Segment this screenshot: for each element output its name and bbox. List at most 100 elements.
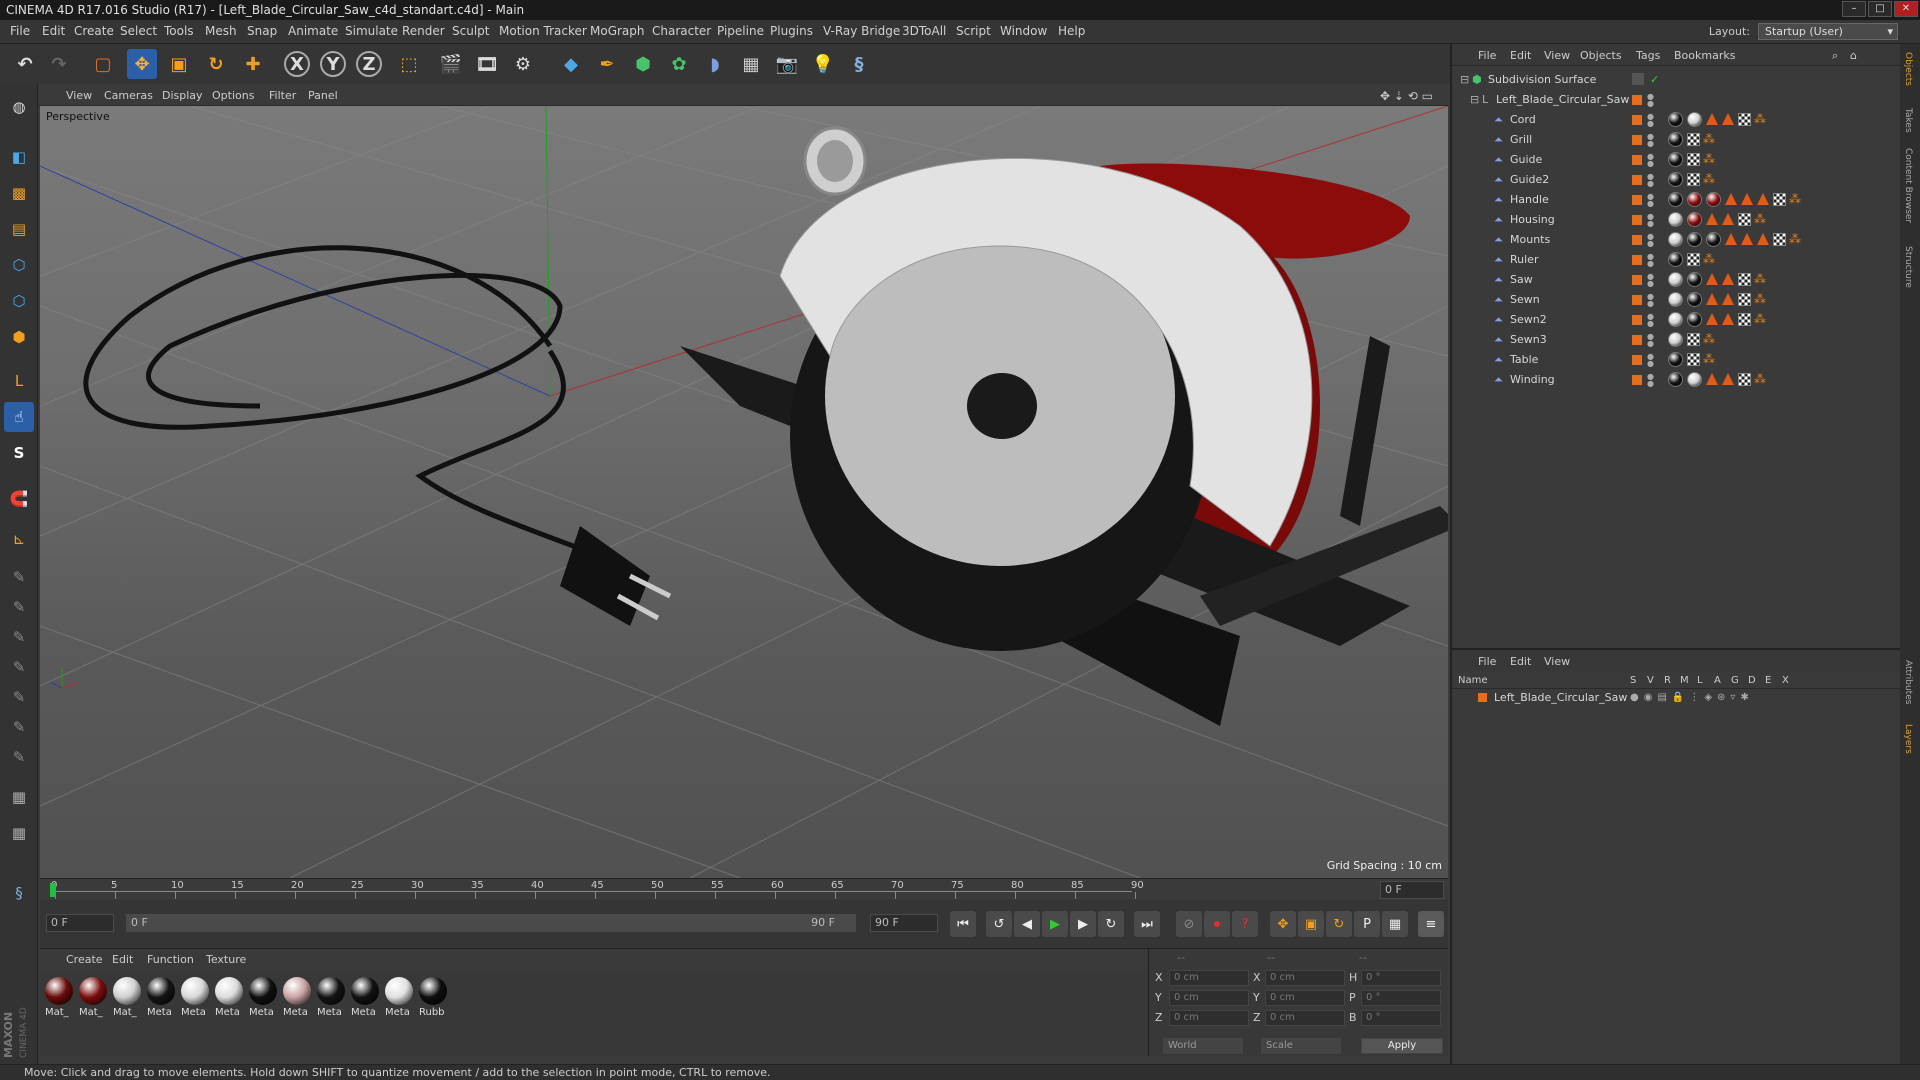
live-selection-icon[interactable]: ▢ (88, 49, 118, 79)
material-swatch[interactable]: Meta (282, 975, 312, 1029)
viewport-menu-options[interactable]: Options (212, 89, 254, 102)
close-button[interactable]: ✕ (1894, 1, 1918, 17)
material-tag-icon[interactable] (1668, 292, 1683, 307)
col-solo[interactable]: S (1630, 675, 1636, 686)
uvw-tag-icon[interactable] (1687, 153, 1700, 166)
material-swatch[interactable]: Meta (180, 975, 210, 1029)
material-tag-icon[interactable] (1687, 372, 1702, 387)
key-pla-icon[interactable]: ▦ (1382, 911, 1408, 937)
col-generators[interactable]: G (1731, 675, 1739, 686)
brush-r-icon[interactable]: ✎ (4, 622, 34, 652)
brush-smooth-icon[interactable]: ✎ (4, 712, 34, 742)
camera-icon[interactable]: 📷 (772, 49, 802, 79)
deformer-icon[interactable]: ◗ (700, 49, 730, 79)
phong-tag-icon[interactable]: ⁂ (1789, 193, 1801, 205)
texture-tag-icon[interactable] (1722, 373, 1734, 385)
menu-3dtoall[interactable]: 3DToAll (902, 24, 946, 38)
uvw-tag-icon[interactable] (1687, 353, 1700, 366)
uvw-tag-icon[interactable] (1687, 333, 1700, 346)
coordinate-system-icon[interactable]: ⬚ (394, 49, 424, 79)
material-tag-icon[interactable] (1668, 332, 1683, 347)
col-manager[interactable]: M (1680, 675, 1689, 686)
visibility-dots-icon[interactable]: ● ● (1647, 253, 1654, 268)
checker-lock-icon[interactable]: ▦ (4, 782, 34, 812)
object-row[interactable]: ⏶ Guide2 ● ● ⁂ (1452, 170, 1900, 190)
phong-tag-icon[interactable]: ⁂ (1703, 173, 1715, 185)
keyframe-mode-icon[interactable]: ⊘ (1176, 911, 1202, 937)
rotation-b-field[interactable]: 0 ° (1361, 1010, 1441, 1026)
points-mode-icon[interactable]: ⬡ (4, 250, 34, 280)
phong-tag-icon[interactable]: ⁂ (1754, 113, 1766, 125)
obj-menu-file[interactable]: File (1478, 49, 1496, 62)
uvw-tag-icon[interactable] (1773, 193, 1786, 206)
object-row[interactable]: ⏶ Handle ● ● ⁂ (1452, 190, 1900, 210)
snap-icon[interactable]: S (4, 438, 34, 468)
model-mode-icon[interactable]: ◧ (4, 142, 34, 172)
layer-color-swatch[interactable] (1632, 255, 1642, 265)
object-row[interactable]: ⏶ Ruler ● ● ⁂ (1452, 250, 1900, 270)
object-row[interactable]: ⏶ Saw ● ● ⁂ (1452, 270, 1900, 290)
phong-tag-icon[interactable]: ⁂ (1789, 233, 1801, 245)
position-z-field[interactable]: 0 cm (1169, 1010, 1249, 1026)
move-icon[interactable]: ✥ (127, 49, 157, 79)
rotation-h-field[interactable]: 0 ° (1361, 970, 1441, 986)
menu-mesh[interactable]: Mesh (205, 24, 237, 38)
next-frame-icon[interactable]: ▶ (1070, 911, 1096, 937)
magnet-icon[interactable]: 🧲 (4, 484, 34, 514)
python-script-icon[interactable]: § (4, 878, 34, 908)
layer-color-swatch[interactable] (1478, 693, 1487, 702)
tab-content-browser[interactable]: Content Browser (1903, 148, 1913, 223)
render-settings-icon[interactable]: ⚙ (508, 49, 538, 79)
x-axis-icon[interactable]: X (284, 51, 310, 77)
material-swatch[interactable]: Mat_ (78, 975, 108, 1029)
locked-workplane-icon[interactable]: ⊾ (4, 524, 34, 554)
layer-color-swatch[interactable] (1632, 175, 1642, 185)
material-tag-icon[interactable] (1668, 312, 1683, 327)
next-key-icon[interactable]: ↻ (1098, 911, 1124, 937)
scale-dropdown[interactable]: Scale (1261, 1038, 1341, 1054)
collapse-icon[interactable]: ⊟ (1470, 90, 1479, 110)
menu-tools[interactable]: Tools (164, 24, 194, 38)
visibility-dots-icon[interactable]: ● ● (1647, 373, 1654, 388)
visibility-dots-icon[interactable]: ● ● (1647, 133, 1654, 148)
material-swatch[interactable]: Meta (146, 975, 176, 1029)
object-row[interactable]: ⏶ Cord ● ● ⁂ (1452, 110, 1900, 130)
col-animation[interactable]: A (1714, 675, 1721, 686)
obj-menu-view[interactable]: View (1544, 49, 1570, 62)
visibility-dots-icon[interactable]: ● ● (1647, 193, 1654, 208)
layer-color-swatch[interactable] (1632, 135, 1642, 145)
position-y-field[interactable]: 0 cm (1169, 990, 1249, 1006)
size-y-field[interactable]: 0 cm (1265, 990, 1345, 1006)
menu-help[interactable]: Help (1058, 24, 1085, 38)
uvw-tag-icon[interactable] (1738, 313, 1751, 326)
col-deformers[interactable]: D (1748, 675, 1756, 686)
rotation-p-field[interactable]: 0 ° (1361, 990, 1441, 1006)
uvw-tag-icon[interactable] (1738, 113, 1751, 126)
polygons-mode-icon[interactable]: ⬢ (4, 322, 34, 352)
texture-tag-icon[interactable] (1757, 233, 1769, 245)
maximize-button[interactable]: □ (1868, 1, 1892, 17)
key-rotation-icon[interactable]: ↻ (1326, 911, 1352, 937)
menu-motion-tracker[interactable]: Motion Tracker (499, 24, 587, 38)
frame-range-slider[interactable]: 0 F 90 F (126, 914, 856, 932)
menu-pipeline[interactable]: Pipeline (717, 24, 764, 38)
mat-menu-texture[interactable]: Texture (206, 953, 246, 966)
material-tag-icon[interactable] (1687, 292, 1702, 307)
material-tag-icon[interactable] (1687, 192, 1702, 207)
material-swatch[interactable]: Mat_ (112, 975, 142, 1029)
visibility-dots-icon[interactable]: ● ● (1647, 113, 1654, 128)
material-swatch[interactable]: Rubb (418, 975, 448, 1029)
material-tag-icon[interactable] (1687, 272, 1702, 287)
col-render[interactable]: R (1664, 675, 1671, 686)
object-row[interactable]: ⏶ Sewn3 ● ● ⁂ (1452, 330, 1900, 350)
uvw-tag-icon[interactable] (1738, 273, 1751, 286)
phong-tag-icon[interactable]: ⁂ (1754, 273, 1766, 285)
texture-tag-icon[interactable] (1706, 213, 1718, 225)
object-row[interactable]: ⏶ Sewn2 ● ● ⁂ (1452, 310, 1900, 330)
brush-p-icon[interactable]: ✎ (4, 592, 34, 622)
material-tag-icon[interactable] (1668, 272, 1683, 287)
material-swatch[interactable]: Meta (248, 975, 278, 1029)
menu-script[interactable]: Script (956, 24, 991, 38)
material-tag-icon[interactable] (1668, 372, 1683, 387)
subdivision-surface-icon[interactable]: ⬢ (628, 49, 658, 79)
